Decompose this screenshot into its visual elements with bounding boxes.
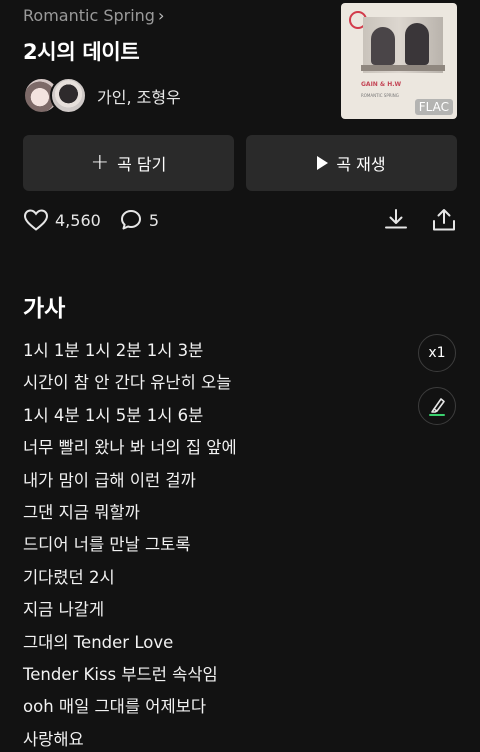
- lyric-line[interactable]: 1시 1분 1시 2분 1시 3분: [23, 335, 403, 367]
- lyrics-speed-button[interactable]: x1: [418, 334, 456, 372]
- lyric-line[interactable]: 기다렸던 2시: [23, 562, 403, 594]
- chevron-right-icon: ›: [157, 6, 165, 25]
- share-icon[interactable]: [431, 207, 457, 233]
- plus-icon: +: [90, 150, 110, 175]
- cover-album-text: ROMANTIC SPRING: [361, 93, 399, 98]
- play-song-label: 곡 재생: [336, 155, 386, 174]
- add-song-button[interactable]: + 곡 담기: [23, 135, 234, 191]
- cover-artist-text: GAIN & H.W: [361, 81, 402, 88]
- comment-count: 5: [148, 210, 159, 230]
- artist-names[interactable]: 가인, 조형우: [97, 84, 181, 108]
- lyric-line[interactable]: 1시 4분 1시 5분 1시 6분: [23, 400, 403, 432]
- lyric-line[interactable]: 그대의 Tender Love: [23, 627, 403, 659]
- heart-icon: [23, 209, 49, 231]
- lyric-line[interactable]: 사랑해요: [23, 724, 403, 752]
- comment-icon: [120, 210, 141, 230]
- song-detail-screen: Romantic Spring › 2시의 데이트 가인, 조형우 GAIN &…: [0, 0, 480, 752]
- lyric-line[interactable]: 그댄 지금 뭐할까: [23, 497, 403, 529]
- flac-badge: FLAC: [414, 99, 453, 115]
- lyric-line[interactable]: ooh 매일 그대를 어제보다: [23, 691, 403, 723]
- album-name[interactable]: Romantic Spring: [23, 6, 155, 25]
- add-song-label: 곡 담기: [117, 155, 167, 174]
- album-link[interactable]: Romantic Spring ›: [23, 6, 164, 25]
- lyrics-list: 1시 1분 1시 2분 1시 3분 시간이 참 안 간다 유난히 오늘 1시 4…: [23, 335, 403, 752]
- song-title: 2시의 데이트: [23, 40, 140, 64]
- lyric-line[interactable]: 내가 맘이 급해 이런 걸까: [23, 465, 403, 497]
- stats-row: 4,560 5: [23, 208, 159, 232]
- album-cover[interactable]: GAIN & H.W ROMANTIC SPRING FLAC: [341, 3, 457, 119]
- lyric-line[interactable]: 너무 빨리 왔나 봐 너의 집 앞에: [23, 432, 403, 464]
- download-icon[interactable]: [383, 207, 409, 233]
- like-button[interactable]: 4,560: [23, 208, 101, 232]
- play-song-button[interactable]: 곡 재생: [246, 135, 457, 191]
- like-count: 4,560: [55, 210, 101, 230]
- lyrics-heading: 가사: [23, 296, 66, 322]
- comment-button[interactable]: 5: [119, 208, 159, 232]
- artists-row[interactable]: 가인, 조형우: [23, 77, 181, 114]
- cover-table: [361, 65, 445, 71]
- cover-figure: [405, 23, 429, 65]
- speed-label: x1: [428, 345, 446, 361]
- lyric-line[interactable]: 시간이 참 안 간다 유난히 오늘: [23, 367, 403, 399]
- lyric-line[interactable]: Tender Kiss 부드런 속삭임: [23, 659, 403, 691]
- lyric-line[interactable]: 지금 나갈게: [23, 594, 403, 626]
- play-icon: [317, 156, 329, 170]
- artist-avatar[interactable]: [50, 77, 87, 114]
- highlighter-icon: [429, 398, 445, 416]
- lyric-line[interactable]: 드디어 너를 만날 그토록: [23, 529, 403, 561]
- lyrics-highlight-button[interactable]: [418, 387, 456, 425]
- cover-figure: [371, 27, 395, 65]
